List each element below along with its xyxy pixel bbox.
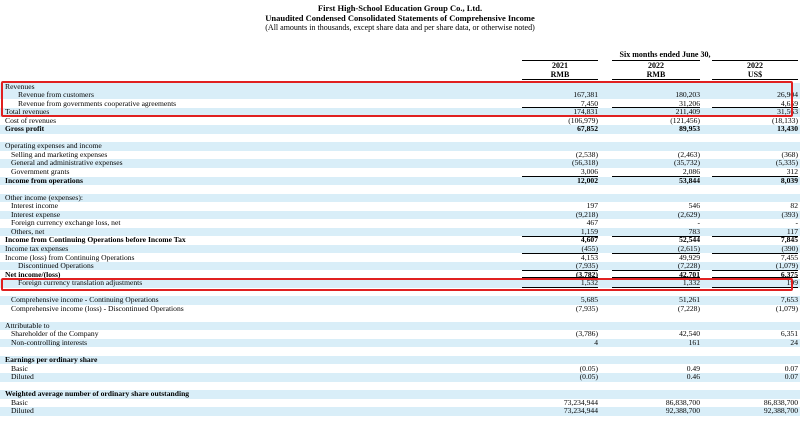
row-value-col3: 13,430 [777, 124, 798, 134]
row-value-col1: 12,002 [577, 175, 598, 185]
table-row: Interest expense (9,218) (2,629) (393) [0, 209, 800, 220]
row-value-col2: (7,228) [677, 303, 700, 313]
row-value-col3: (5,335) [775, 158, 798, 168]
row-value-col2: 53,844 [679, 175, 700, 185]
row-value-col3: 92,388,700 [763, 406, 798, 416]
table-row: Income from operations 12,002 53,844 8,039 [0, 175, 800, 185]
row-label: Income from operations [5, 175, 83, 185]
spacer-row [0, 134, 800, 142]
table-row: Foreign currency exchange loss, net 467- - [0, 218, 800, 228]
row-label: Foreign currency translation adjustments [18, 278, 143, 288]
row-value-col3: 0.07 [784, 372, 798, 382]
table-row: Basic (0.05) 0.49 0.07 [0, 364, 800, 373]
table-row: Shareholder of the Company (3,786) 42,540 6… [0, 329, 800, 339]
table-row: Foreign currency translation adjustments… [0, 278, 800, 289]
row-value-col1: 4 [594, 338, 598, 347]
income-statement-table: Revenues Revenue from customers 167,381 180… [0, 0, 800, 437]
table-row: Diluted 73,234,944 92,388,700 92,388,700 [0, 406, 800, 416]
table-row: Earnings per ordinary share [0, 355, 800, 365]
row-label: Diluted [11, 406, 34, 416]
spacer-row [0, 313, 800, 321]
row-value-col2: - [697, 218, 700, 228]
row-label: Non-controlling interests [11, 338, 88, 347]
row-value-col2: (2,629) [677, 209, 700, 219]
table-row: Non-controlling interests 4 161 24 [0, 338, 800, 348]
table-row: Comprehensive income (loss) - Discontinu… [0, 303, 800, 313]
table-row: Other income (expenses): [0, 193, 800, 203]
row-label: Weighted average number of ordinary shar… [5, 389, 190, 399]
row-value-col1: 73,234,944 [563, 406, 598, 416]
row-label: Comprehensive income (loss) - Discontinu… [11, 303, 184, 313]
row-value-col2: 42,540 [679, 329, 700, 339]
table-row: Gross profit 67,852 89,953 13,430 [0, 124, 800, 134]
row-value-col3: 8,039 [780, 175, 798, 185]
row-value-col2: 161 [688, 338, 700, 347]
row-value-col3: - [795, 218, 798, 228]
row-value-col3: (1,079) [775, 303, 798, 313]
table-row: General and administrative expenses (56,3… [0, 158, 800, 168]
spacer-row [0, 185, 800, 193]
row-value-col2: 89,953 [679, 124, 700, 134]
row-label: Gross profit [5, 124, 45, 134]
row-value-col1: 67,852 [577, 124, 598, 134]
row-value-col2: 0.46 [686, 372, 700, 382]
row-value-col3: 6,351 [780, 329, 798, 339]
row-value-col1: (3,786) [575, 329, 598, 339]
spacer-row [0, 348, 800, 356]
row-value-col2: 92,388,700 [665, 406, 700, 416]
row-label: Diluted [11, 372, 34, 382]
row-value-col3: (393) [781, 209, 798, 219]
table-row: Diluted (0.05) 0.46 0.07 [0, 372, 800, 382]
row-value-col3: 24 [790, 338, 798, 347]
row-value-col1: (0.05) [579, 372, 598, 382]
row-value-col1: (7,935) [575, 303, 598, 313]
